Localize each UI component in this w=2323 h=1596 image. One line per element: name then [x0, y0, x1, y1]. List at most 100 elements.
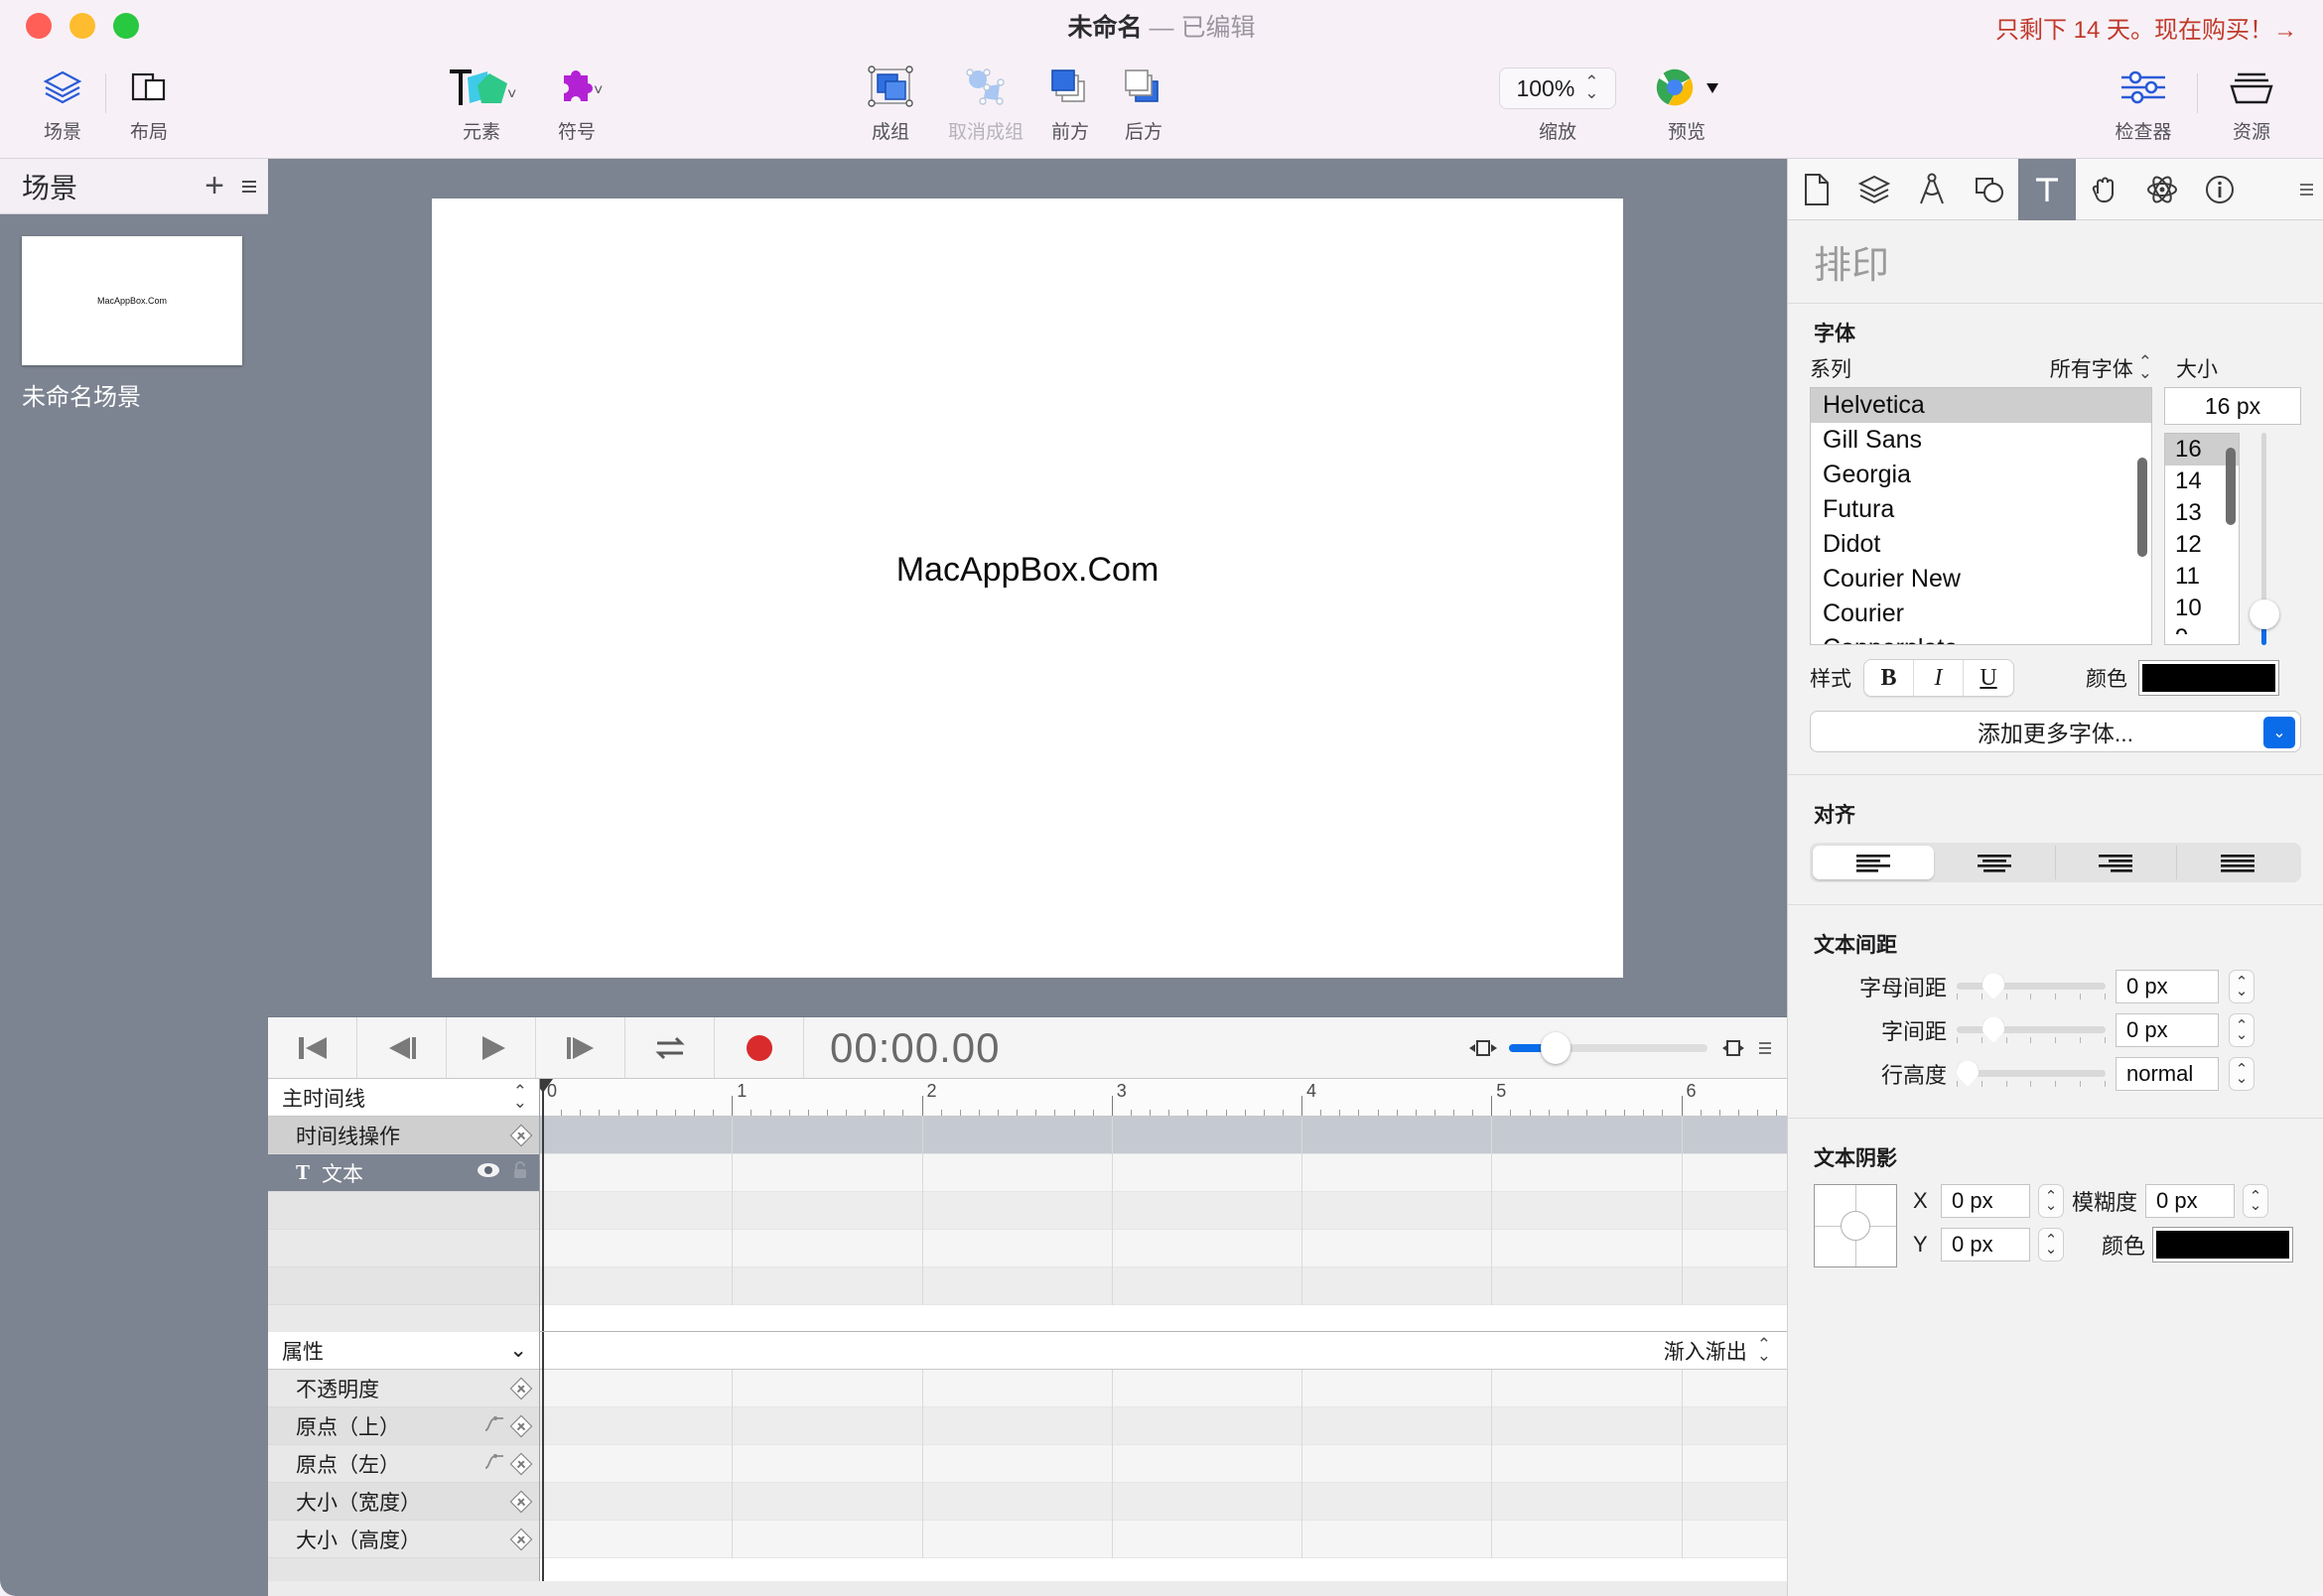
line-height-slider[interactable] — [1957, 1059, 2106, 1089]
shadow-x-stepper[interactable]: ⌃ ⌄ — [2038, 1184, 2064, 1218]
zoom-out-timeline-icon[interactable] — [1467, 1036, 1499, 1060]
minimize-button[interactable] — [69, 13, 95, 39]
property-lane[interactable] — [540, 1407, 1787, 1445]
font-family-option[interactable]: Didot — [1811, 527, 2151, 562]
toolbar-resources-button[interactable]: 资源 — [2204, 52, 2299, 144]
font-size-listbox[interactable]: 1614131211109 — [2164, 433, 2240, 645]
toolbar-preview-button[interactable]: 预览 — [1627, 52, 1746, 144]
property-row-origin-left[interactable]: 原点（左） — [268, 1445, 539, 1483]
properties-collapse-chevron-icon[interactable]: ⌄ — [509, 1338, 527, 1363]
tab-physics-atom[interactable] — [2133, 159, 2191, 220]
properties-track-area[interactable]: 渐入渐出 ⌃ ⌄ — [540, 1332, 2062, 1581]
all-fonts-dropdown[interactable]: 所有字体 ⌃ ⌄ — [2050, 353, 2152, 383]
timeline-selector-stepper-icon[interactable]: ⌃ ⌄ — [513, 1083, 527, 1110]
italic-button[interactable]: I — [1914, 660, 1964, 696]
toolbar-symbols-button[interactable]: ˅ 符号 — [529, 52, 624, 144]
font-family-option[interactable]: Courier — [1811, 597, 2151, 631]
timeline-lane[interactable] — [540, 1230, 1787, 1267]
font-family-option[interactable]: Gill Sans — [1811, 423, 2151, 458]
add-keyframe-icon[interactable] — [509, 1414, 533, 1437]
font-size-slider-knob[interactable] — [2250, 599, 2279, 629]
add-scene-button[interactable]: + — [195, 167, 234, 205]
play-button[interactable] — [447, 1017, 536, 1078]
tab-document[interactable] — [1788, 159, 1845, 220]
bold-button[interactable]: B — [1864, 660, 1914, 696]
property-row-width[interactable]: 大小（宽度） — [268, 1483, 539, 1521]
property-lane[interactable] — [540, 1521, 1787, 1558]
playhead-properties[interactable] — [542, 1332, 544, 1581]
add-keyframe-icon[interactable] — [509, 1528, 533, 1550]
toolbar-inspector-button[interactable]: 检查器 — [2096, 52, 2191, 144]
lock-icon[interactable] — [511, 1160, 529, 1186]
font-family-option[interactable]: Helvetica — [1811, 388, 2151, 423]
size-list-scrollbar[interactable] — [2226, 448, 2236, 525]
tab-layers[interactable] — [1845, 159, 1903, 220]
align-justify-button[interactable] — [2177, 846, 2298, 879]
property-lane[interactable] — [540, 1445, 1787, 1483]
align-left-button[interactable] — [1813, 846, 1934, 879]
add-keyframe-icon[interactable] — [509, 1452, 533, 1475]
easing-stepper-icon[interactable]: ⌃ ⌄ — [1757, 1336, 1771, 1363]
font-size-input[interactable]: 16 px — [2164, 387, 2301, 425]
property-row-height[interactable]: 大小（高度） — [268, 1521, 539, 1558]
add-keyframe-icon[interactable] — [509, 1490, 533, 1513]
font-family-option[interactable]: Courier New — [1811, 562, 2151, 597]
align-center-button[interactable] — [1934, 846, 2056, 879]
text-color-swatch[interactable] — [2138, 660, 2279, 696]
toolbar-ungroup-button[interactable]: 取消成组 — [938, 52, 1033, 144]
toolbar-scenes-button[interactable]: 场景 — [26, 52, 99, 144]
scene-list-item[interactable]: MacAppBox.Com 未命名场景 — [0, 214, 268, 412]
zoom-in-timeline-icon[interactable] — [1717, 1036, 1749, 1060]
timeline-lanes[interactable] — [540, 1117, 1787, 1305]
tab-pen-compass[interactable] — [1903, 159, 1961, 220]
property-lanes[interactable] — [540, 1370, 2062, 1558]
underline-button[interactable]: U — [1964, 660, 2013, 696]
shadow-y-stepper[interactable]: ⌃ ⌄ — [2038, 1228, 2064, 1262]
timeline-lane[interactable] — [540, 1267, 1787, 1305]
font-family-option[interactable]: Futura — [1811, 492, 2151, 527]
shadow-center-handle[interactable] — [1841, 1211, 1870, 1241]
easing-selector[interactable]: 渐入渐出 ⌃ ⌄ — [540, 1332, 1787, 1370]
font-family-option[interactable]: Georgia — [1811, 458, 2151, 492]
visibility-eye-icon[interactable] — [476, 1161, 501, 1185]
font-list-scrollbar[interactable] — [2137, 458, 2147, 557]
timeline-lane-selected[interactable] — [540, 1117, 1787, 1154]
letter-spacing-stepper[interactable]: ⌃ ⌄ — [2229, 970, 2255, 1003]
properties-header[interactable]: 属性 ⌄ — [268, 1332, 539, 1370]
go-to-start-button[interactable] — [268, 1017, 357, 1078]
blur-stepper[interactable]: ⌃ ⌄ — [2243, 1184, 2269, 1218]
letter-spacing-input[interactable]: 0 px — [2116, 970, 2219, 1003]
timeline-track-area[interactable]: 012345678 — [540, 1079, 1787, 1331]
font-size-option[interactable]: 12 — [2165, 529, 2239, 561]
playhead-handle[interactable] — [540, 1079, 553, 1093]
tab-typography[interactable] — [2018, 158, 2076, 220]
close-button[interactable] — [26, 13, 52, 39]
record-button[interactable] — [715, 1017, 804, 1078]
word-spacing-stepper[interactable]: ⌃ ⌄ — [2229, 1013, 2255, 1047]
zoom-stepper-icon[interactable]: ⌃ ⌄ — [1584, 74, 1598, 101]
font-size-option[interactable]: 11 — [2165, 561, 2239, 593]
property-lane[interactable] — [540, 1370, 1787, 1407]
blur-input[interactable]: 0 px — [2145, 1184, 2236, 1218]
inspector-options-icon[interactable] — [2300, 183, 2323, 196]
toolbar-zoom-control[interactable]: 100% ⌃ ⌄ 缩放 — [1488, 52, 1627, 144]
font-size-slider[interactable] — [2248, 433, 2279, 645]
zoom-field[interactable]: 100% ⌃ ⌄ — [1499, 67, 1616, 109]
shadow-x-input[interactable]: 0 px — [1941, 1184, 2030, 1218]
scene-thumbnail[interactable]: MacAppBox.Com — [22, 236, 242, 365]
timeline-layer-row[interactable]: T 文本 — [268, 1154, 539, 1192]
property-lane[interactable] — [540, 1483, 1787, 1521]
tab-info[interactable] — [2191, 159, 2249, 220]
add-fonts-chevron-down-icon[interactable]: ⌄ — [2263, 717, 2295, 748]
property-row-opacity[interactable]: 不透明度 — [268, 1370, 539, 1407]
timeline-zoom-slider[interactable] — [1509, 1031, 1708, 1064]
timeline-lane[interactable] — [540, 1192, 1787, 1230]
tab-shapes[interactable] — [1961, 159, 2018, 220]
playhead[interactable] — [540, 1079, 553, 1331]
canvas-text-element[interactable]: MacAppBox.Com — [432, 551, 1623, 590]
timeline-options-icon[interactable] — [1759, 1041, 1771, 1054]
timeline-zoom-knob[interactable] — [1541, 1031, 1571, 1064]
toolbar-send-back-button[interactable]: 后方 — [1107, 52, 1180, 144]
all-fonts-stepper-icon[interactable]: ⌃ ⌄ — [2138, 354, 2152, 381]
timeline-actions-row[interactable]: 时间线操作 — [268, 1117, 539, 1154]
